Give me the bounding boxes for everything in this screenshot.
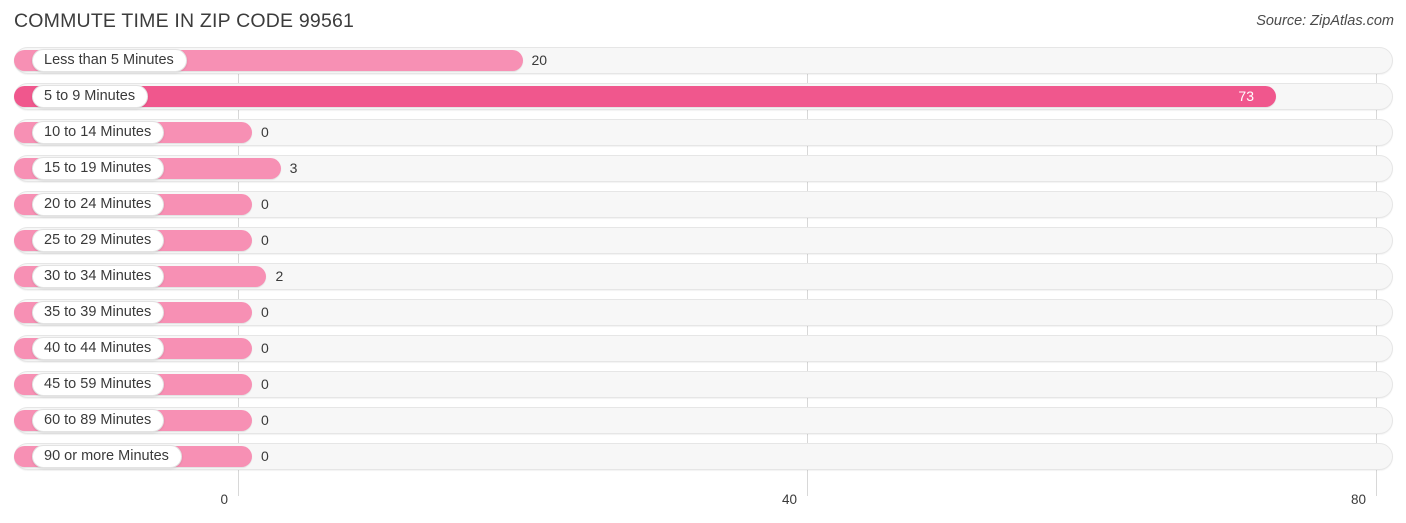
category-label-pill[interactable]: Less than 5 Minutes	[32, 49, 187, 72]
category-label: 60 to 89 Minutes	[44, 412, 152, 429]
bar-value-label: 0	[261, 196, 269, 212]
bar-value-label: 0	[261, 412, 269, 428]
axis-tick-label: 40	[781, 492, 797, 507]
chart-header: COMMUTE TIME IN ZIP CODE 99561 Source: Z…	[0, 0, 1406, 45]
category-label: 35 to 39 Minutes	[44, 304, 152, 321]
category-label: 30 to 34 Minutes	[44, 268, 152, 285]
category-label: 45 to 59 Minutes	[44, 376, 152, 393]
bar-row[interactable]: 40 to 44 Minutes 0	[0, 335, 1406, 362]
bar-row[interactable]: 15 to 19 Minutes 3	[0, 155, 1406, 182]
bar-value-label: 0	[261, 340, 269, 356]
category-label-pill[interactable]: 90 or more Minutes	[32, 445, 182, 468]
axis-tick-label: 0	[220, 492, 228, 507]
bar-row[interactable]: 10 to 14 Minutes 0	[0, 119, 1406, 146]
bar-value-label: 0	[261, 304, 269, 320]
category-label-pill[interactable]: 30 to 34 Minutes	[32, 265, 165, 288]
bar-value-label: 20	[531, 52, 548, 68]
bar-rows: Less than 5 Minutes 20 5 to 9 Minutes 73 10 …	[0, 47, 1406, 479]
bar-row[interactable]: 30 to 34 Minutes 2	[0, 263, 1406, 290]
category-label: 90 or more Minutes	[44, 448, 169, 465]
bar-value-label: 0	[261, 448, 269, 464]
bar-row[interactable]: 5 to 9 Minutes 73	[0, 83, 1406, 110]
category-label-pill[interactable]: 15 to 19 Minutes	[32, 157, 165, 180]
bar-value-label: 0	[261, 124, 269, 140]
axis-tick-mark	[807, 487, 808, 496]
category-label: 25 to 29 Minutes	[44, 232, 152, 249]
chart-plot-area: Less than 5 Minutes 20 5 to 9 Minutes 73 10 …	[0, 47, 1406, 487]
category-label: 5 to 9 Minutes	[44, 88, 136, 105]
category-label-pill[interactable]: 10 to 14 Minutes	[32, 121, 165, 144]
category-label: Less than 5 Minutes	[44, 52, 174, 69]
axis-tick-label: 80	[1350, 492, 1366, 507]
bar-row[interactable]: Less than 5 Minutes 20	[0, 47, 1406, 74]
axis-tick-mark	[1376, 487, 1377, 496]
bar-value-label: 0	[261, 232, 269, 248]
bar-value-label: 0	[261, 376, 269, 392]
category-label-pill[interactable]: 45 to 59 Minutes	[32, 373, 165, 396]
page-title: COMMUTE TIME IN ZIP CODE 99561	[14, 10, 355, 32]
bar-value-label: 2	[275, 268, 284, 284]
bar-row[interactable]: 45 to 59 Minutes 0	[0, 371, 1406, 398]
category-label-pill[interactable]: 40 to 44 Minutes	[32, 337, 165, 360]
category-label-pill[interactable]: 60 to 89 Minutes	[32, 409, 165, 432]
bar-value-label: 3	[289, 160, 298, 176]
category-label-pill[interactable]: 35 to 39 Minutes	[32, 301, 165, 324]
bar-row[interactable]: 35 to 39 Minutes 0	[0, 299, 1406, 326]
bar-row[interactable]: 25 to 29 Minutes 0	[0, 227, 1406, 254]
source-attribution: Source: ZipAtlas.com	[1256, 13, 1394, 29]
category-label: 10 to 14 Minutes	[44, 124, 152, 141]
category-label: 40 to 44 Minutes	[44, 340, 152, 357]
bar-value-label: 73	[1238, 88, 1254, 104]
category-label: 20 to 24 Minutes	[44, 196, 152, 213]
axis-tick-mark	[238, 487, 239, 496]
category-label-pill[interactable]: 5 to 9 Minutes	[32, 85, 149, 108]
bar-row[interactable]: 90 or more Minutes 0	[0, 443, 1406, 470]
category-label: 15 to 19 Minutes	[44, 160, 152, 177]
x-axis: 0 40 80	[0, 487, 1406, 523]
category-label-pill[interactable]: 20 to 24 Minutes	[32, 193, 165, 216]
bar-row[interactable]: 60 to 89 Minutes 0	[0, 407, 1406, 434]
bar-row[interactable]: 20 to 24 Minutes 0	[0, 191, 1406, 218]
bar-fill[interactable]	[14, 86, 1277, 107]
category-label-pill[interactable]: 25 to 29 Minutes	[32, 229, 165, 252]
